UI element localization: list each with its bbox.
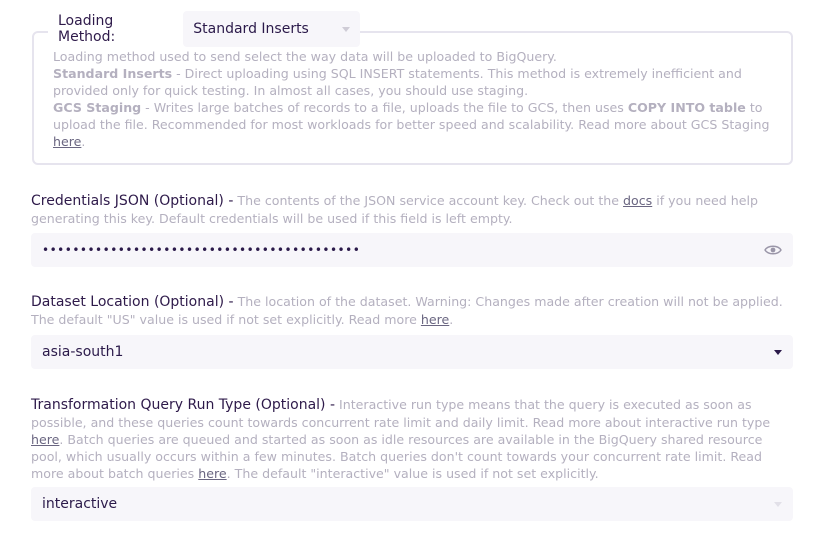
credentials-label: Credentials JSON (Optional) - The conten… <box>31 192 793 227</box>
chevron-down-icon <box>774 349 782 355</box>
transformation-label: Transformation Query Run Type (Optional)… <box>31 396 793 482</box>
transformation-here-link-2[interactable]: here <box>198 466 226 481</box>
copy-into-table-text: COPY INTO table <box>627 100 746 115</box>
gcs-staging-here-link[interactable]: here <box>53 134 81 149</box>
credentials-desc: The contents of the JSON service account… <box>233 193 624 208</box>
transformation-title: Transformation Query Run Type (Optional)… <box>31 397 336 413</box>
dataset-location-here-link[interactable]: here <box>421 312 449 327</box>
loading-method-value: Standard Inserts <box>193 21 309 37</box>
loading-method-legend: Loading Method: Standard Inserts <box>48 10 360 48</box>
dataset-location-select[interactable]: asia-south1 <box>31 335 793 369</box>
transformation-desc-3: . The default "interactive" value is use… <box>226 466 599 481</box>
loading-method-intro: Loading method used to send select the w… <box>53 49 557 64</box>
transformation-run-type-value: interactive <box>42 496 118 512</box>
gcs-staging-title: GCS Staging <box>53 100 142 115</box>
credentials-field[interactable]: ••••••••••••••••••••••••••••••••••••••••… <box>31 233 793 267</box>
gcs-staging-description: GCS Staging - Writes large batches of re… <box>53 99 788 150</box>
dataset-location-title: Dataset Location (Optional) - <box>31 294 234 310</box>
loading-method-select[interactable]: Standard Inserts <box>183 11 360 47</box>
chevron-down-icon <box>342 26 350 32</box>
transformation-here-link-1[interactable]: here <box>31 432 59 447</box>
standard-inserts-title: Standard Inserts <box>53 66 173 81</box>
dataset-location-label: Dataset Location (Optional) - The locati… <box>31 293 793 328</box>
dataset-location-desc-end: . <box>449 312 454 327</box>
loading-method-label: Loading Method: <box>58 13 116 45</box>
standard-inserts-description: Standard Inserts - Direct uploading usin… <box>53 65 788 99</box>
loading-method-description: Loading method used to send select the w… <box>53 48 788 150</box>
chevron-down-icon <box>774 501 782 507</box>
transformation-run-type-select[interactable]: interactive <box>31 487 793 521</box>
credentials-docs-link[interactable]: docs <box>623 193 652 208</box>
credentials-value: ••••••••••••••••••••••••••••••••••••••••… <box>42 243 361 257</box>
gcs-staging-text: - Writes large batches of records to a f… <box>141 100 628 115</box>
credentials-title: Credentials JSON (Optional) - <box>31 193 234 209</box>
eye-icon[interactable] <box>764 244 782 256</box>
gcs-staging-end: . <box>81 134 86 149</box>
dataset-location-value: asia-south1 <box>42 344 124 360</box>
